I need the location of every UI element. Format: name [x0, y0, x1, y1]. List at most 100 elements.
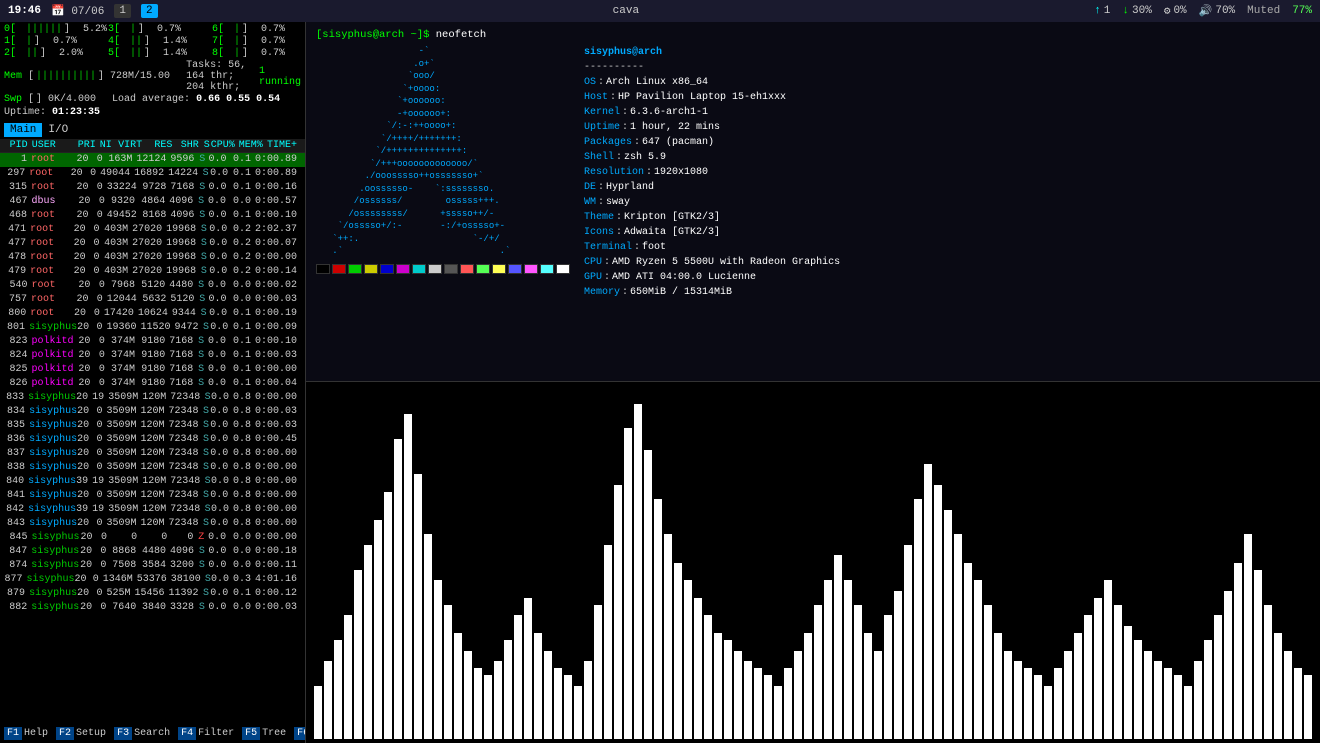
tab-main[interactable]: Main — [4, 123, 42, 137]
table-row[interactable]: 825 polkitd 20 0 374M 9180 7168 S 0.0 0.… — [0, 363, 305, 377]
table-row[interactable]: 836 sisyphus 20 0 3509M 120M 72348 S 0.0… — [0, 433, 305, 447]
table-row[interactable]: 801 sisyphus 20 0 19360 11520 9472 S 0.0… — [0, 321, 305, 335]
cava-bar — [424, 534, 432, 739]
muted-status[interactable]: Muted — [1247, 5, 1280, 17]
footer-btn-f3[interactable]: F3Search — [110, 723, 174, 743]
table-row[interactable]: 877 sisyphus 20 0 1346M 53376 38100 S 0.… — [0, 573, 305, 587]
cava-bar — [954, 534, 962, 739]
mem-item: Mem [ |||||||||| ] 728M/15.00 — [4, 60, 170, 93]
cava-bar — [1164, 668, 1172, 739]
footer-btn-f6[interactable]: F6SortBy — [290, 723, 306, 743]
cava-bar — [414, 474, 422, 739]
cava-bar — [554, 668, 562, 739]
table-row[interactable]: 540 root 20 0 7968 5120 4480 S 0.0 0.0 0… — [0, 279, 305, 293]
cava-bar — [854, 605, 862, 739]
footer-btn-f1[interactable]: F1Help — [0, 723, 52, 743]
cava-bar — [794, 651, 802, 739]
table-row[interactable]: 477 root 20 0 403M 27020 19968 S 0.0 0.2… — [0, 237, 305, 251]
cava-bar — [474, 668, 482, 739]
table-row[interactable]: 834 sisyphus 20 0 3509M 120M 72348 S 0.0… — [0, 405, 305, 419]
battery-status: 77% — [1292, 5, 1312, 17]
workspace-2[interactable]: 2 — [141, 4, 158, 18]
table-row[interactable]: 315 root 20 0 33224 9728 7168 S 0.0 0.1 … — [0, 181, 305, 195]
neofetch-terminal: [sisyphus@arch ~]$ neofetch -` .o+` `ooo… — [306, 22, 1320, 382]
cava-bar — [364, 545, 372, 739]
cava-bar — [404, 414, 412, 739]
cava-bar — [324, 661, 332, 739]
footer-btn-f4[interactable]: F4Filter — [174, 723, 238, 743]
table-row[interactable]: 1 root 20 0 163M 12124 9596 S 0.0 0.1 0:… — [0, 153, 305, 167]
table-row[interactable]: 838 sisyphus 20 0 3509M 120M 72348 S 0.0… — [0, 461, 305, 475]
cava-bar — [1294, 668, 1302, 739]
cava-bar — [1154, 661, 1162, 739]
table-row[interactable]: 837 sisyphus 20 0 3509M 120M 72348 S 0.0… — [0, 447, 305, 461]
table-row[interactable]: 835 sisyphus 20 0 3509M 120M 72348 S 0.0… — [0, 419, 305, 433]
table-row[interactable]: 841 sisyphus 20 0 3509M 120M 72348 S 0.0… — [0, 489, 305, 503]
table-row[interactable]: 843 sisyphus 20 0 3509M 120M 72348 S 0.0… — [0, 517, 305, 531]
cava-bar — [1104, 580, 1112, 739]
cava-bar — [674, 563, 682, 740]
network-upload: ↑ 1 — [1094, 5, 1110, 17]
cava-bar — [314, 686, 322, 739]
table-row[interactable]: 833 sisyphus 20 19 3509M 120M 72348 S 0.… — [0, 391, 305, 405]
neofetch-info-row: Theme : Kripton [GTK2/3] — [584, 210, 1310, 225]
table-row[interactable]: 467 dbus 20 0 9320 4864 4096 S 0.0 0.0 0… — [0, 195, 305, 209]
right-panel: [sisyphus@arch ~]$ neofetch -` .o+` `ooo… — [306, 22, 1320, 743]
process-table[interactable]: 1 root 20 0 163M 12124 9596 S 0.0 0.1 0:… — [0, 153, 305, 723]
cava-bar — [734, 651, 742, 739]
table-row[interactable]: 845 sisyphus 20 0 0 0 0 Z 0.0 0.0 0:00.0… — [0, 531, 305, 545]
table-row[interactable]: 479 root 20 0 403M 27020 19968 S 0.0 0.2… — [0, 265, 305, 279]
table-row[interactable]: 471 root 20 0 403M 27020 19968 S 0.0 0.2… — [0, 223, 305, 237]
table-row[interactable]: 879 sisyphus 20 0 525M 15456 11392 S 0.0… — [0, 587, 305, 601]
table-row[interactable]: 468 root 20 0 49452 8168 4096 S 0.0 0.1 … — [0, 209, 305, 223]
table-row[interactable]: 842 sisyphus 39 19 3509M 120M 72348 S 0.… — [0, 503, 305, 517]
footer-btn-f5[interactable]: F5Tree — [238, 723, 290, 743]
cava-bar — [614, 485, 622, 739]
neofetch-info: sisyphus@arch---------- OS : Arch Linux … — [584, 45, 1310, 300]
cava-bar — [574, 686, 582, 739]
table-row[interactable]: 840 sisyphus 39 19 3509M 120M 72348 S 0.… — [0, 475, 305, 489]
date-display: 📅 07/06 — [51, 4, 104, 18]
table-row[interactable]: 823 polkitd 20 0 374M 9180 7168 S 0.0 0.… — [0, 335, 305, 349]
cava-bar — [654, 499, 662, 739]
cava-bar — [764, 675, 772, 739]
cava-bar — [594, 605, 602, 739]
cava-bar — [544, 651, 552, 739]
htop-tabs: Main I/O — [0, 121, 305, 139]
neofetch-info-row: Icons : Adwaita [GTK2/3] — [584, 225, 1310, 240]
cava-bar — [834, 555, 842, 739]
table-row[interactable]: 882 sisyphus 20 0 7640 3840 3328 S 0.0 0… — [0, 601, 305, 615]
table-row[interactable]: 800 root 20 0 17420 10624 9344 S 0.0 0.1… — [0, 307, 305, 321]
cava-bar — [984, 605, 992, 739]
footer-btn-f2[interactable]: F2Setup — [52, 723, 110, 743]
cava-bar — [704, 615, 712, 739]
neofetch-info-row: Shell : zsh 5.9 — [584, 150, 1310, 165]
cava-bar — [1194, 661, 1202, 739]
workspace-1[interactable]: 1 — [114, 4, 131, 18]
table-row[interactable]: 757 root 20 0 12044 5632 5120 S 0.0 0.0 … — [0, 293, 305, 307]
table-row[interactable]: 478 root 20 0 403M 27020 19968 S 0.0 0.2… — [0, 251, 305, 265]
cava-bar — [624, 428, 632, 739]
tab-io[interactable]: I/O — [42, 123, 74, 137]
cava-bar — [524, 598, 532, 739]
cava-bar — [774, 686, 782, 739]
cava-bar — [1094, 598, 1102, 739]
cava-canvas — [314, 386, 1312, 739]
cava-bar — [1174, 675, 1182, 739]
cava-bar — [644, 450, 652, 739]
cava-bar — [1284, 651, 1292, 739]
table-row[interactable]: 847 sisyphus 20 0 8868 4480 4096 S 0.0 0… — [0, 545, 305, 559]
cava-bar — [994, 633, 1002, 739]
cava-bar — [664, 534, 672, 739]
cava-bar — [584, 661, 592, 739]
volume-control[interactable]: 🔊 70% — [1199, 4, 1236, 18]
cpu-rows: 0[ |||||| ] 5.2% 3[ | ] 0.7% 6[ | ] 0.7%… — [4, 24, 301, 59]
table-row[interactable]: 824 polkitd 20 0 374M 9180 7168 S 0.0 0.… — [0, 349, 305, 363]
cava-bar — [1114, 605, 1122, 739]
table-row[interactable]: 874 sisyphus 20 0 7508 3584 3200 S 0.0 0… — [0, 559, 305, 573]
neofetch-info-row: Uptime : 1 hour, 22 mins — [584, 120, 1310, 135]
table-row[interactable]: 297 root 20 0 49044 16892 14224 S 0.0 0.… — [0, 167, 305, 181]
cava-bar — [1014, 661, 1022, 739]
table-row[interactable]: 826 polkitd 20 0 374M 9180 7168 S 0.0 0.… — [0, 377, 305, 391]
topbar-center: cava — [613, 5, 639, 17]
